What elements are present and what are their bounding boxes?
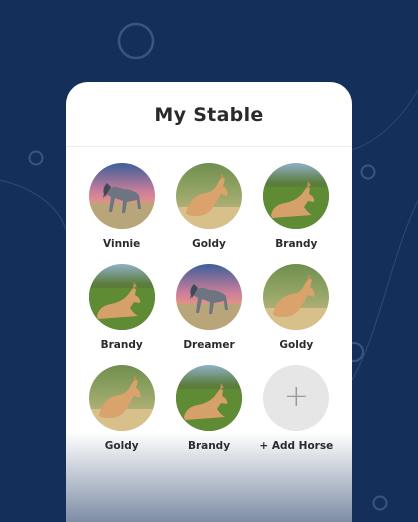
horse-name: Vinnie <box>103 238 141 250</box>
page-title: My Stable <box>154 104 264 126</box>
horse-card[interactable]: Dreamer <box>165 264 252 351</box>
horse-avatar <box>88 163 155 229</box>
horse-photo <box>175 163 242 229</box>
plus-icon: + <box>283 378 309 414</box>
horse-photo <box>263 163 330 229</box>
horse-avatar <box>175 163 242 229</box>
horse-photo <box>175 365 242 431</box>
horse-name: Goldy <box>192 238 226 250</box>
horse-avatar <box>175 264 242 330</box>
horse-card[interactable]: Goldy <box>253 264 340 351</box>
horse-name: Brandy <box>100 339 143 351</box>
horse-avatar <box>263 163 330 229</box>
stable-card: My Stable Vinnie Goldy Brandy Brandy Dre… <box>66 82 352 522</box>
horse-card[interactable]: Goldy <box>78 365 165 452</box>
add-horse-circle[interactable]: + <box>263 365 330 431</box>
horse-card[interactable]: Brandy <box>253 163 340 250</box>
add-horse-button[interactable]: + + Add Horse <box>253 365 340 452</box>
horse-photo <box>88 163 155 229</box>
horse-name: Brandy <box>187 440 231 452</box>
horse-card[interactable]: Brandy <box>165 365 252 452</box>
horse-card[interactable]: Brandy <box>78 264 165 351</box>
horse-name: Goldy <box>279 339 314 351</box>
horse-photo <box>263 264 330 330</box>
horse-card[interactable]: Vinnie <box>78 163 165 250</box>
horse-avatar <box>88 365 155 431</box>
horse-photo <box>88 365 155 431</box>
horse-photo <box>175 264 242 330</box>
horse-card[interactable]: Goldy <box>165 163 252 250</box>
horse-name: Dreamer <box>183 339 235 351</box>
horse-avatar <box>263 264 330 330</box>
horse-name: Goldy <box>104 440 139 452</box>
horse-name: Brandy <box>275 238 318 250</box>
horse-avatar <box>88 264 155 330</box>
horse-photo <box>88 264 155 330</box>
card-header: My Stable <box>66 82 352 147</box>
add-horse-label: + Add Horse <box>259 440 334 452</box>
horse-avatar <box>175 365 242 431</box>
horse-grid: Vinnie Goldy Brandy Brandy Dreamer Goldy… <box>66 147 352 452</box>
